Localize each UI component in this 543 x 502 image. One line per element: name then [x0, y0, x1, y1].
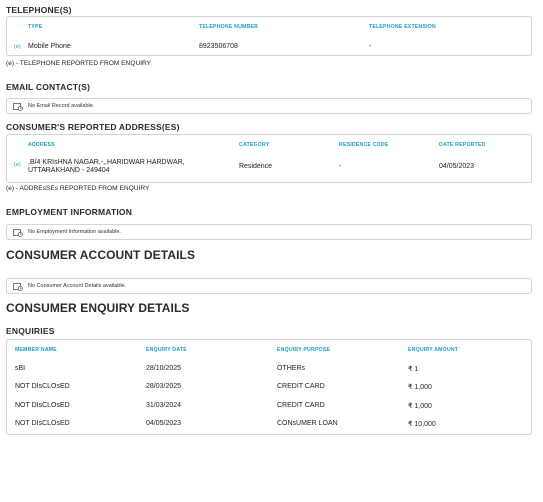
- enquiry-member: NOT DIsCLOsED: [15, 420, 70, 427]
- phone-extension: -: [369, 43, 372, 50]
- telephones-note: (e) - TELEPHONE REPORTED FROM ENQUIRY: [6, 60, 152, 67]
- enquiry-amount: ₹ 1,000: [408, 384, 432, 391]
- account-empty-text: No Consumer Account Details available.: [28, 283, 127, 289]
- enquiry-tag: (e): [14, 162, 21, 168]
- enquiry-purpose: CREDIT CARD: [277, 383, 325, 390]
- address-table: ADDRESS CATEGORY RESIDENCE CODE DATE REP…: [6, 134, 532, 183]
- account-empty-box: No Consumer Account Details available.: [6, 278, 532, 294]
- employment-empty-box: No Employment Information available.: [6, 224, 532, 240]
- enquiry-date: 28/10/2025: [146, 365, 182, 372]
- column-header-residence-code: RESIDENCE CODE: [339, 142, 389, 148]
- enquiry-date: 28/03/2025: [146, 383, 182, 390]
- email-empty-text: No Email Record available.: [28, 103, 95, 109]
- column-header-member-name: MEMBER NAME: [15, 347, 57, 353]
- column-header-telephone-extension: TELEPHONE EXTENSION: [369, 24, 436, 30]
- column-header-enquiry-purpose: ENQUIRY PURPOSE: [277, 347, 331, 353]
- enquiry-purpose: CREDIT CARD: [277, 402, 325, 409]
- email-empty-box: No Email Record available.: [6, 98, 532, 114]
- address-date-reported: 04/05/2023: [439, 163, 475, 170]
- column-header-enquiry-amount: ENQUIRY AMOUNT: [408, 347, 459, 353]
- enquiries-heading: ENQUIRIES: [6, 326, 55, 336]
- document-clock-icon: [13, 283, 23, 291]
- address-note: (e) - ADDREsSEs REPORTED FROM ENQUIRY: [6, 185, 150, 192]
- enquiry-amount: ₹ 1,000: [408, 403, 432, 410]
- enquiry-member: sBI: [15, 365, 26, 372]
- address-heading: CONSUMER'S REPORTED ADDRESS(ES): [6, 122, 180, 132]
- address-line-2: UTTARAKHAND - 249404: [28, 167, 110, 174]
- phone-type: Mobile Phone: [28, 43, 71, 50]
- enquiry-details-heading: CONSUMER ENQUIRY DETAILS: [6, 301, 190, 315]
- enquiry-purpose: OTHERs: [277, 365, 305, 372]
- telephones-table: TYPE TELEPHONE NUMBER TELEPHONE EXTENSIO…: [6, 16, 532, 56]
- column-header-address: ADDRESS: [28, 142, 55, 148]
- enquiries-table: MEMBER NAME ENQUIRY DATE ENQUIRY PURPOSE…: [6, 339, 532, 435]
- enquiry-date: 04/05/2023: [146, 420, 182, 427]
- column-header-enquiry-date: ENQUIRY DATE: [146, 347, 187, 353]
- enquiry-amount: ₹ 1: [408, 366, 419, 373]
- employment-empty-text: No Employment Information available.: [28, 229, 121, 235]
- column-header-telephone-number: TELEPHONE NUMBER: [199, 24, 259, 30]
- column-header-date-reported: DATE REPORTED: [439, 142, 486, 148]
- address-line-1: ,B/4 KRIsHNA NAGAR,-,,HARIDWAR HARDWAR,: [28, 159, 185, 166]
- column-header-category: CATEGORY: [239, 142, 270, 148]
- telephones-heading: TELEPHONE(S): [6, 5, 72, 15]
- document-clock-icon: [13, 229, 23, 237]
- account-heading: CONSUMER ACCOUNT DETAILS: [6, 248, 196, 262]
- document-clock-icon: [13, 103, 23, 111]
- enquiry-amount: ₹ 10,000: [408, 421, 436, 428]
- enquiry-purpose: CONsUMER LOAN: [277, 420, 338, 427]
- enquiry-member: NOT DIsCLOsED: [15, 402, 70, 409]
- enquiry-tag: (e): [14, 44, 21, 50]
- email-heading: EMAIL CONTACT(S): [6, 82, 91, 92]
- address-residence-code: -: [339, 163, 342, 170]
- employment-heading: EMPLOYMENT INFORMATION: [6, 207, 133, 217]
- enquiry-date: 31/03/2024: [146, 402, 182, 409]
- column-header-type: TYPE: [28, 24, 43, 30]
- address-category: Residence: [239, 163, 273, 170]
- phone-number: 8923506708: [199, 43, 238, 50]
- enquiry-member: NOT DIsCLOsED: [15, 383, 70, 390]
